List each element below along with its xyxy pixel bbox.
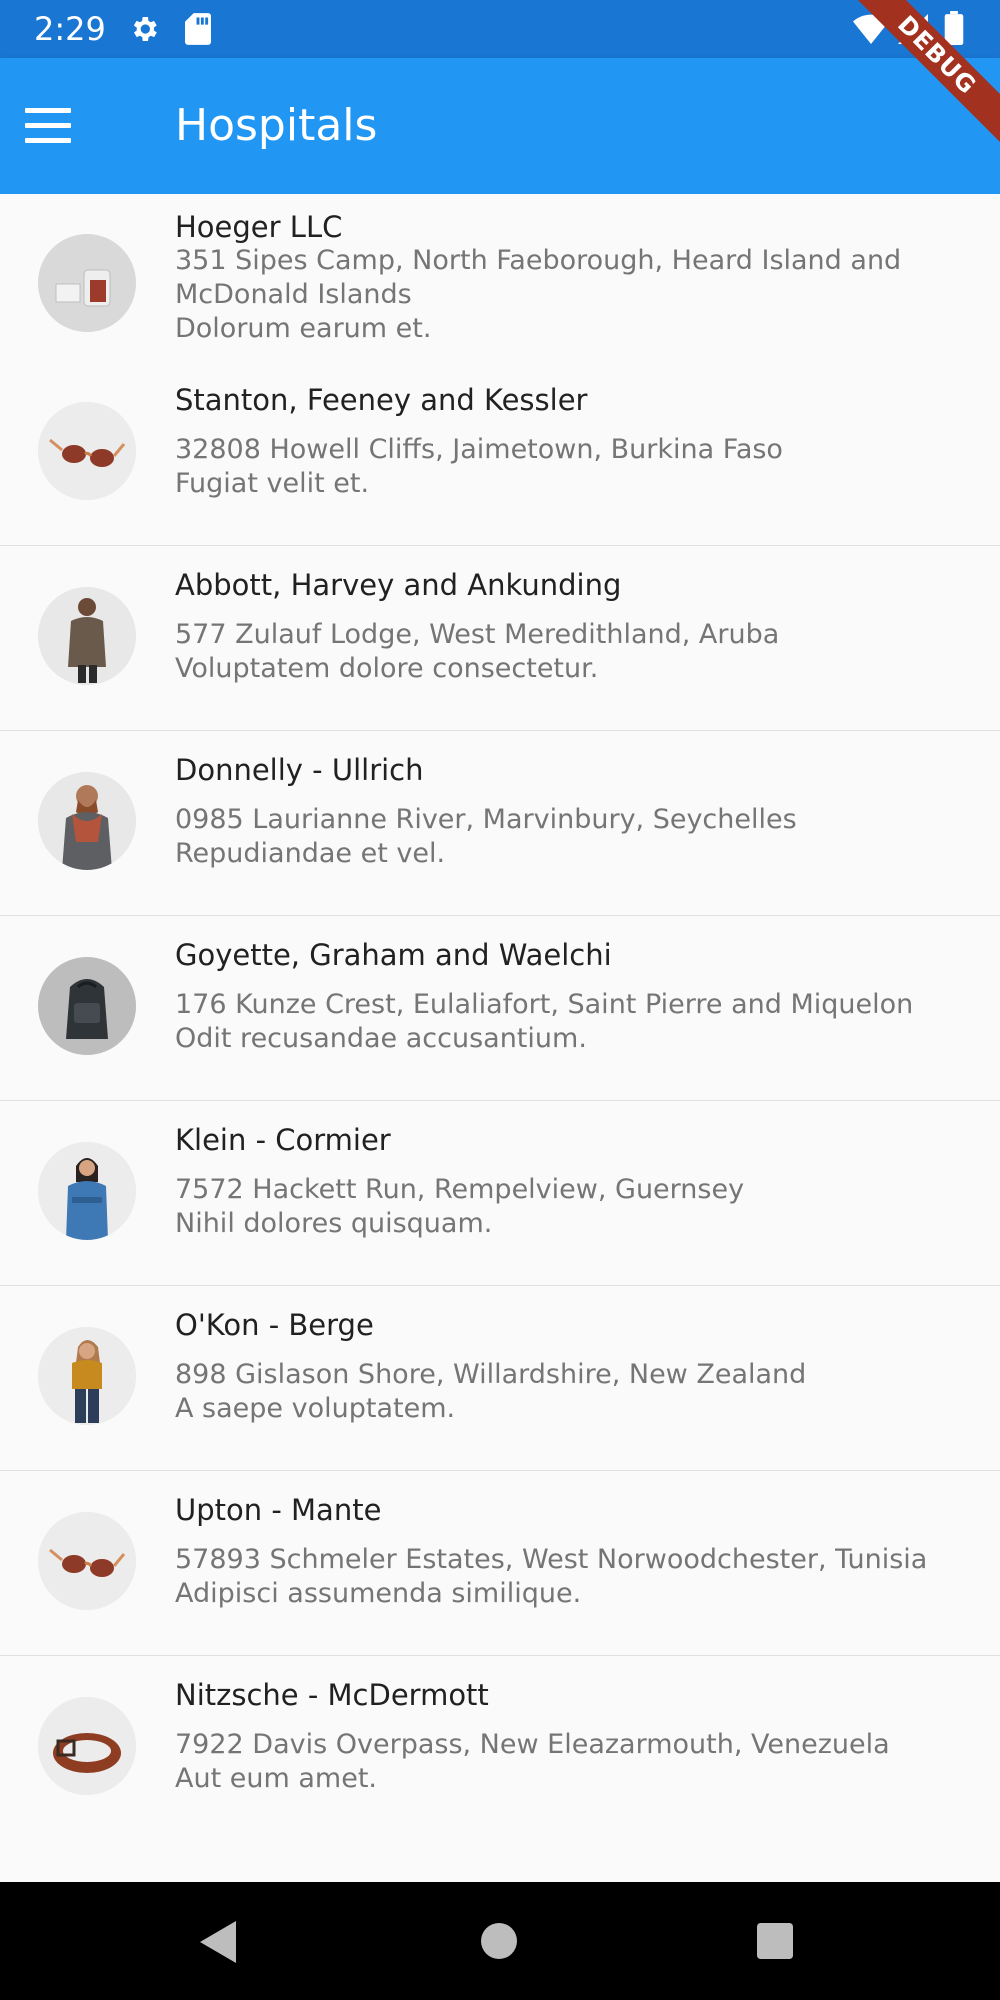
sd-card-icon [185, 13, 211, 49]
hospital-name: Abbott, Harvey and Ankunding [175, 568, 622, 602]
avatar [38, 1327, 136, 1425]
list-item[interactable]: Abbott, Harvey and Ankunding 577 Zulauf … [0, 546, 1000, 731]
avatar [38, 1697, 136, 1795]
avatar [38, 957, 136, 1055]
home-icon[interactable] [481, 1923, 517, 1963]
list-item[interactable]: Nitzsche - McDermott 7922 Davis Overpass… [0, 1656, 1000, 1840]
hospital-name: Upton - Mante [175, 1493, 382, 1527]
avatar [38, 1142, 136, 1240]
list-item[interactable]: Stanton, Feeney and Kessler 32808 Howell… [0, 361, 1000, 546]
avatar [38, 402, 136, 500]
gear-icon [128, 13, 160, 49]
hospital-name: O'Kon - Berge [175, 1308, 374, 1342]
status-time: 2:29 [34, 10, 106, 48]
status-bar: 2:29 [0, 0, 1000, 58]
list-item[interactable]: Donnelly - Ullrich 0985 Laurianne River,… [0, 731, 1000, 916]
list-item[interactable]: O'Kon - Berge 898 Gislason Shore, Willar… [0, 1286, 1000, 1471]
hospital-name: Stanton, Feeney and Kessler [175, 383, 588, 417]
hospital-name: Donnelly - Ullrich [175, 753, 424, 787]
avatar [38, 234, 136, 332]
navigation-bar [0, 1882, 1000, 2000]
hospital-address: 577 Zulauf Lodge, West Meredithland, Aru… [175, 619, 780, 650]
app-bar: Hospitals [0, 58, 1000, 194]
hospital-note: Repudiandae et vel. [175, 838, 446, 869]
hospital-note: Nihil dolores quisquam. [175, 1208, 493, 1239]
hospital-address: 351 Sipes Camp, North Faeborough, Heard … [175, 245, 902, 310]
back-icon[interactable] [200, 1921, 240, 1967]
hospital-address: 898 Gislason Shore, Willardshire, New Ze… [175, 1359, 807, 1390]
hospital-name: Nitzsche - McDermott [175, 1678, 489, 1712]
hospital-note: Fugiat velit et. [175, 468, 370, 499]
hospital-name: Klein - Cormier [175, 1123, 391, 1157]
hospital-name: Hoeger LLC [175, 210, 343, 244]
avatar [38, 1512, 136, 1610]
hospital-note: A saepe voluptatem. [175, 1393, 456, 1424]
avatar [38, 772, 136, 870]
hospital-note: Adipisci assumenda similique. [175, 1578, 582, 1609]
list-item[interactable]: Hoeger LLC 351 Sipes Camp, North Faeboro… [0, 194, 1000, 362]
hospital-address: 7922 Davis Overpass, New Eleazarmouth, V… [175, 1729, 890, 1760]
list-item[interactable]: Klein - Cormier 7572 Hackett Run, Rempel… [0, 1101, 1000, 1286]
menu-button[interactable] [8, 86, 88, 166]
recents-icon[interactable] [757, 1923, 793, 1963]
hospital-address: 7572 Hackett Run, Rempelview, Guernsey [175, 1174, 745, 1205]
hospital-address: 32808 Howell Cliffs, Jaimetown, Burkina … [175, 434, 783, 465]
list-item[interactable]: Upton - Mante 57893 Schmeler Estates, We… [0, 1471, 1000, 1656]
hospital-note: Odit recusandae accusantium. [175, 1023, 587, 1054]
hospital-address: 176 Kunze Crest, Eulaliafort, Saint Pier… [175, 989, 914, 1020]
list-item[interactable]: Goyette, Graham and Waelchi 176 Kunze Cr… [0, 916, 1000, 1101]
hospital-address: 0985 Laurianne River, Marvinbury, Seyche… [175, 804, 797, 835]
hospital-address: 57893 Schmeler Estates, West Norwoodches… [175, 1544, 928, 1575]
avatar [38, 587, 136, 685]
hospital-name: Goyette, Graham and Waelchi [175, 938, 612, 972]
hospital-note: Aut eum amet. [175, 1763, 377, 1794]
page-title: Hospitals [175, 100, 378, 151]
hospital-note: Dolorum earum et. [175, 313, 432, 344]
hospital-note: Voluptatem dolore consectetur. [175, 653, 599, 684]
